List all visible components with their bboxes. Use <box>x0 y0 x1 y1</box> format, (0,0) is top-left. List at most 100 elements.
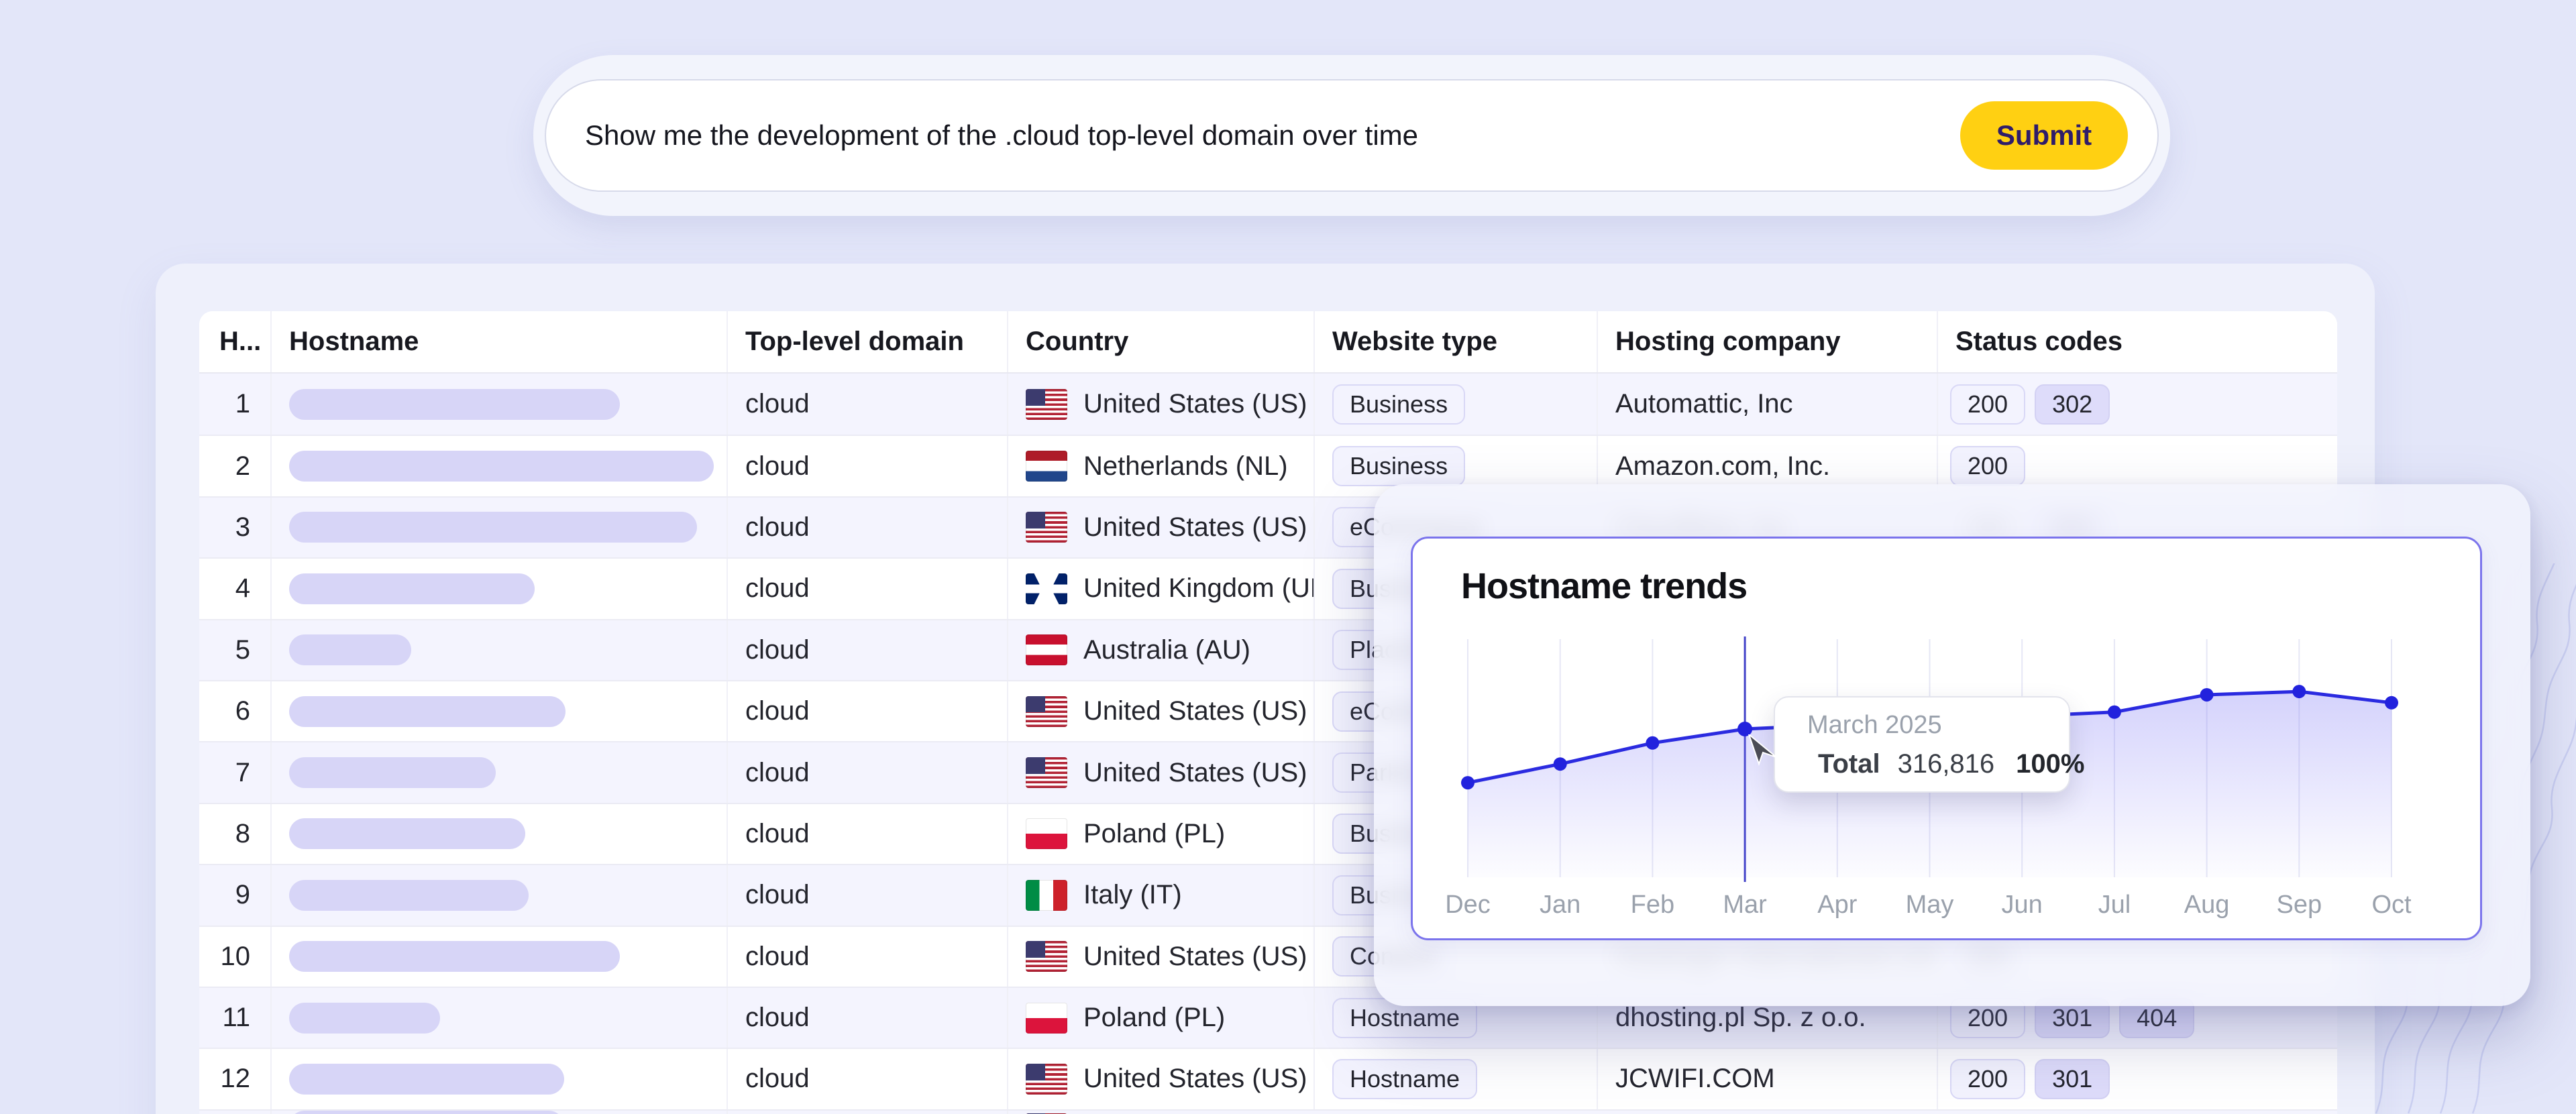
cell-tld: cloud <box>727 927 1007 987</box>
x-axis-label: Feb <box>1631 891 1674 919</box>
header-tld: Top-level domain <box>727 311 1007 372</box>
redacted-hostname-bar <box>289 1003 440 1034</box>
cell-rank: 11 <box>199 988 270 1048</box>
hosting-company-name: JCWIFI.COM <box>1615 1064 1775 1094</box>
redacted-hostname-bar <box>289 451 714 482</box>
cell-tld: cloud <box>727 681 1007 741</box>
cell-country: Poland (PL) <box>1007 988 1313 1048</box>
redacted-hostname-bar <box>289 757 496 788</box>
it-flag-icon <box>1026 880 1067 911</box>
status-code-badge: 301 <box>2035 1059 2110 1099</box>
x-axis-label: May <box>1906 891 1954 919</box>
cell-country: Netherlands (NL) <box>1007 436 1313 496</box>
data-point-jul[interactable] <box>2108 706 2121 719</box>
cell-tld: cloud <box>727 804 1007 864</box>
cell-hosting-company: JCWIFI.COM <box>1597 1049 1937 1109</box>
x-axis-label: Mar <box>1723 891 1767 919</box>
cell-tld: cloud <box>727 1111 1007 1114</box>
x-axis-label: Jan <box>1540 891 1580 919</box>
cell-country: Italy (IT) <box>1007 865 1313 925</box>
redacted-hostname-bar <box>289 880 529 911</box>
country-name: United States (US) <box>1083 389 1307 419</box>
redacted-hostname-bar <box>289 696 566 727</box>
cell-status-codes: 200301 <box>1937 1049 2337 1109</box>
country-name: Italy (IT) <box>1083 880 1182 910</box>
cell-hostname <box>270 620 727 680</box>
data-point-feb[interactable] <box>1646 736 1659 750</box>
x-axis-label: Aug <box>2184 891 2230 919</box>
data-point-oct[interactable] <box>2385 696 2398 710</box>
country-name: Australia (AU) <box>1083 635 1250 665</box>
cell-country: United States (US) <box>1007 374 1313 435</box>
country-name: United States (US) <box>1083 512 1307 543</box>
hosting-company-name: Automattic, Inc <box>1615 389 1793 419</box>
cell-hostname <box>270 1049 727 1109</box>
cell-website-type: Hostname <box>1313 1049 1597 1109</box>
chart-tooltip: March 2025 Total 316,816 100% <box>1774 696 2070 793</box>
cell-hostname <box>270 374 727 435</box>
cell-tld: cloud <box>727 1049 1007 1109</box>
header-website-type: Website type <box>1313 311 1597 372</box>
cell-rank: 8 <box>199 804 270 864</box>
website-type-badge: Hostname <box>1332 1059 1477 1099</box>
country-name: Netherlands (NL) <box>1083 451 1288 482</box>
data-point-dec[interactable] <box>1461 776 1474 789</box>
table-row: 12cloudUnited States (US)HostnameJCWIFI.… <box>199 1048 2337 1109</box>
redacted-hostname-bar <box>289 941 620 972</box>
country-name: United States (US) <box>1083 1064 1307 1094</box>
cell-country: United States (US) <box>1007 681 1313 741</box>
cell-hostname <box>270 865 727 925</box>
cell-country: Australia (AU) <box>1007 620 1313 680</box>
header-hosting-company: Hosting company <box>1597 311 1937 372</box>
us-flag-icon <box>1026 941 1067 972</box>
query-input-pill: Submit <box>545 79 2159 192</box>
x-axis-label: Apr <box>1817 891 1857 919</box>
us-flag-icon <box>1026 757 1067 788</box>
country-name: United States (US) <box>1083 696 1307 726</box>
cell-rank: 7 <box>199 742 270 802</box>
cell-rank: 3 <box>199 498 270 557</box>
x-axis-label: Dec <box>1445 891 1491 919</box>
cell-rank: 10 <box>199 927 270 987</box>
cell-hostname <box>270 804 727 864</box>
cell-status-codes: 200302 <box>1937 374 2337 435</box>
status-code-badge: 200 <box>1950 446 2025 486</box>
data-point-aug[interactable] <box>2200 688 2214 702</box>
status-code-badge: 200 <box>1950 1059 2025 1099</box>
query-input[interactable] <box>546 80 2157 190</box>
header-hostname: Hostname <box>270 311 727 372</box>
pl-flag-icon <box>1026 818 1067 849</box>
hosting-company-name: Amazon.com, Inc. <box>1615 451 1830 482</box>
cell-hostname <box>270 927 727 987</box>
cell-tld: cloud <box>727 374 1007 435</box>
cell-website-type: Business <box>1313 374 1597 435</box>
data-point-sep[interactable] <box>2292 685 2306 698</box>
cell-country: United States (US) <box>1007 498 1313 557</box>
cell-country: United Kingdom (UK) <box>1007 559 1313 618</box>
au-flag-icon <box>1026 634 1067 665</box>
country-name: Poland (PL) <box>1083 1003 1225 1033</box>
cell-hostname <box>270 436 727 496</box>
table-row: 1cloudUnited States (US)BusinessAutomatt… <box>199 374 2337 435</box>
cell-country: United States (US) <box>1007 927 1313 987</box>
header-status-codes: Status codes <box>1937 311 2337 372</box>
redacted-hostname-bar <box>289 1111 564 1114</box>
us-flag-icon <box>1026 696 1067 727</box>
cell-rank: 9 <box>199 865 270 925</box>
cell-country <box>1007 1111 1313 1114</box>
country-name: United States (US) <box>1083 758 1307 788</box>
table-row: cloud <box>199 1109 2337 1114</box>
cell-tld: cloud <box>727 620 1007 680</box>
data-point-jan[interactable] <box>1554 757 1567 771</box>
x-axis-label: Oct <box>2371 891 2412 919</box>
cell-country: United States (US) <box>1007 1049 1313 1109</box>
cell-hostname <box>270 742 727 802</box>
redacted-hostname-bar <box>289 573 535 604</box>
page: { "query_bar": { "value": "Show me the d… <box>0 0 2576 1114</box>
x-axis-label: Jun <box>2002 891 2043 919</box>
redacted-hostname-bar <box>289 389 620 420</box>
hostname-trends-overlay-panel: DecJanFebMarAprMayJunJulAugSepOct Hostna… <box>1374 484 2530 1006</box>
uk-flag-icon <box>1026 573 1067 604</box>
submit-button[interactable]: Submit <box>1960 101 2128 170</box>
redacted-hostname-bar <box>289 1064 564 1095</box>
